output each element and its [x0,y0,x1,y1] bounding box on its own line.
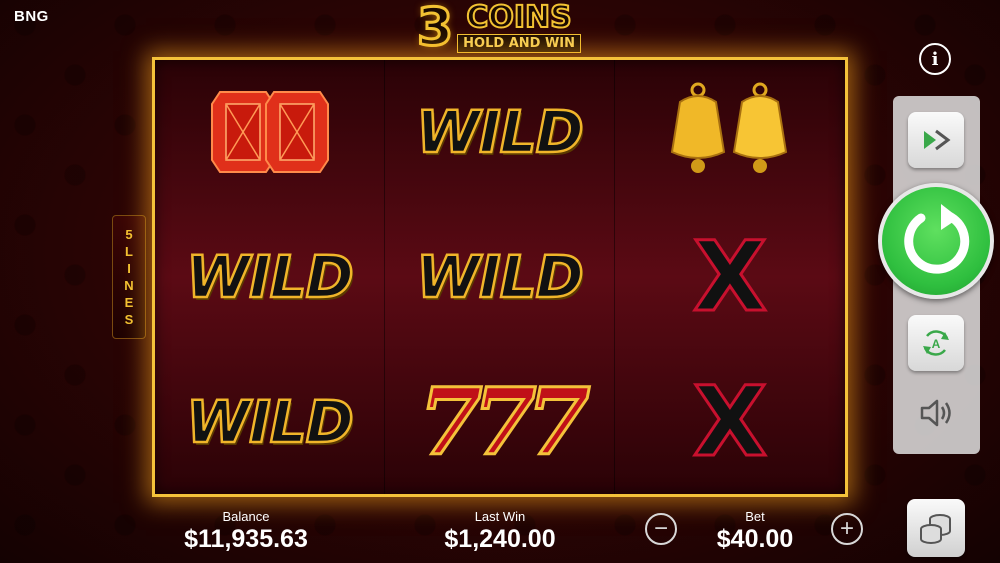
wild-symbol: WILD [415,242,585,313]
fast-forward-icon [924,129,951,151]
symbol-gems [155,60,384,205]
symbol-sevens: 777 [385,349,614,494]
last-win-value: $1,240.00 [444,525,556,553]
autoplay-button[interactable]: A [908,315,964,371]
x-symbol: X [691,365,768,478]
gold-bell-icon [732,82,788,174]
autoplay-icon: A [923,330,949,356]
balance-display: Balance $11,935.63 [170,509,322,554]
reel-grid: WILD WILD WILD WILD 777 X X [152,57,848,497]
lines-letter: E [124,295,134,310]
coin-stack-icon [920,514,951,544]
bet-decrease-button[interactable]: − [645,513,677,545]
balance-label: Balance [222,509,270,524]
paylines-badge: 5 L I N E S [112,215,146,339]
logo-number: 3 [415,0,454,58]
last-win-label: Last Win [474,509,526,524]
svg-text:A: A [932,337,941,351]
bet-display: Bet $40.00 [702,509,808,554]
logo-subtitle: HOLD AND WIN [457,34,582,53]
symbol-wild: WILD [385,205,614,350]
sevens-symbol: 777 [417,367,592,476]
balance-value: $11,935.63 [184,525,308,553]
lines-letter: S [124,312,134,327]
wild-symbol: WILD [415,97,585,168]
symbol-wild: WILD [155,205,384,350]
game-logo: 3 COINS HOLD AND WIN [383,0,615,56]
provider-logo: BNG [14,8,49,25]
symbol-x: X [615,349,845,494]
logo-title: COINS [465,0,572,35]
x-symbol: X [691,220,768,333]
lines-letter: N [124,278,134,293]
bet-label: Bet [745,509,765,524]
reel-1: WILD WILD [155,60,385,494]
bet-increase-button[interactable]: + [831,513,863,545]
info-button[interactable]: i [919,43,951,75]
reel-3: X X [615,60,845,494]
bet-value: $40.00 [716,525,794,553]
lines-letter: L [125,244,133,259]
wild-symbol: WILD [185,242,355,313]
bet-settings-button[interactable] [907,499,965,557]
symbol-wild: WILD [155,349,384,494]
red-gem-icon [264,91,329,174]
spin-button[interactable] [878,183,994,299]
speaker-icon [920,399,951,427]
wild-symbol: WILD [185,386,355,457]
symbol-x: X [615,205,845,350]
last-win-display: Last Win $1,240.00 [430,509,570,554]
symbol-bells [615,60,845,205]
spin-arrow-icon [904,204,970,274]
lines-count: 5 [125,227,133,242]
symbol-wild: WILD [385,60,614,205]
reel-2: WILD WILD 777 [385,60,615,494]
lines-letter: I [127,261,131,276]
turbo-button[interactable] [908,112,964,168]
sound-button[interactable] [918,395,954,431]
